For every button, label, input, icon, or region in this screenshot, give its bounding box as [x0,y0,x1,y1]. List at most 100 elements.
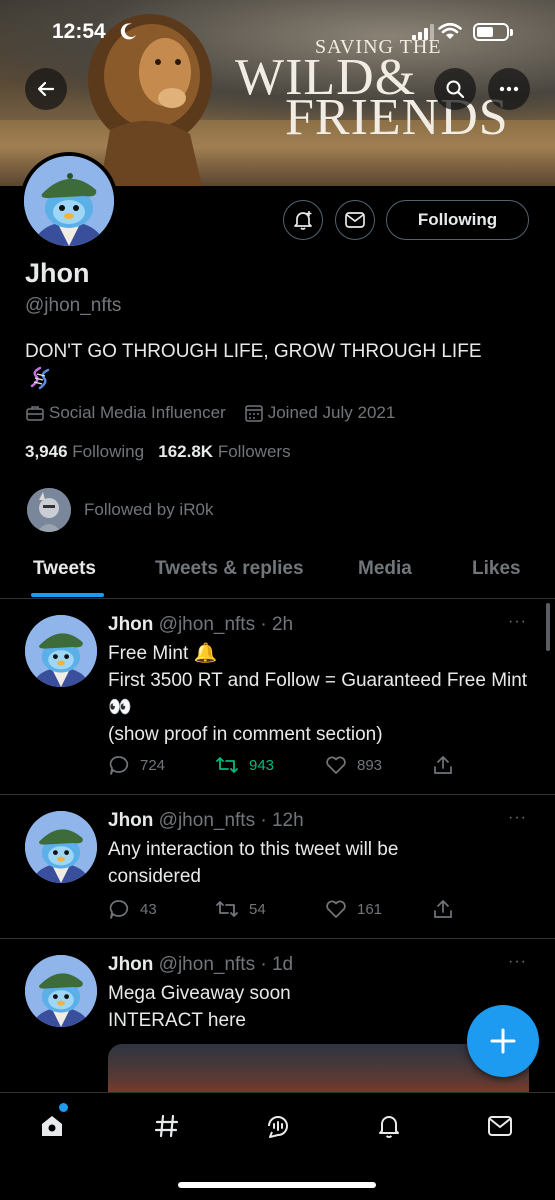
arrow-left-icon [37,81,55,97]
calendar-icon [244,405,263,422]
tweet-item[interactable]: Jhon @jhon_nfts · 12h ··· Any interactio… [0,795,555,939]
tab-tweets-replies[interactable]: Tweets & replies [155,558,304,580]
battery-icon [473,23,513,41]
tweet-header: Jhon @jhon_nfts · 1d [108,954,293,976]
tweet-avatar[interactable] [25,955,97,1027]
scrollbar[interactable] [546,603,550,651]
tab-likes[interactable]: Likes [472,558,521,580]
followed-by[interactable]: Followed by iR0k [27,488,213,532]
spaces-icon [268,1116,288,1138]
retweet-button[interactable]: 943 [215,755,274,775]
profile-bio: DON'T GO THROUGH LIFE, GROW THROUGH LIFE [25,341,482,362]
penguin-avatar-image [25,955,97,1027]
home-indicator[interactable] [178,1182,376,1188]
retweet-icon [216,901,238,917]
tweet-line: Mega Giveaway soon [108,983,291,1004]
tweet-avatar[interactable] [25,811,97,883]
search-icon [446,80,465,99]
like-count: 161 [357,900,383,918]
message-button[interactable] [335,200,375,240]
profile-handle: @jhon_nfts [25,295,122,316]
nav-messages[interactable] [478,1109,522,1143]
penguin-avatar-image [24,156,114,246]
followers-count: 162.8K [158,442,214,461]
category-label: Social Media Influencer [49,403,226,422]
followers-link[interactable]: 162.8K Followers [158,442,290,461]
tweet-line: Any interaction to this tweet will be co… [108,839,399,887]
dna-emoji-icon [30,366,50,390]
envelope-icon [345,212,365,228]
nav-notifications[interactable] [367,1109,411,1143]
bell-icon [379,1116,399,1138]
cellular-signal-icon [412,24,434,40]
back-button[interactable] [25,68,67,110]
tweet-more-icon[interactable]: ··· [508,613,527,631]
tweet-item[interactable]: Jhon @jhon_nfts · 2h ··· Free Mint 🔔 Fir… [0,599,555,795]
compose-tweet-button[interactable] [467,1005,539,1077]
following-count: 3,946 [25,442,68,461]
profile-name: Jhon [25,258,90,288]
reply-button[interactable]: 724 [108,755,165,775]
penguin-avatar-image [25,615,97,687]
retweet-icon [216,757,238,773]
retweet-count: 54 [249,900,266,918]
envelope-icon [488,1116,512,1136]
following-count-label: Following [72,442,145,461]
tweet-avatar[interactable] [25,615,97,687]
wifi-icon [438,22,462,39]
tweet-text: Free Mint 🔔 First 3500 RT and Follow = G… [108,640,538,748]
notify-button[interactable] [283,200,323,240]
followed-by-text: Followed by iR0k [84,500,214,519]
tweet-line: First 3500 RT and Follow = Guaranteed Fr… [108,670,528,718]
retweet-button[interactable]: 54 [215,899,266,919]
home-icon [42,1116,62,1136]
hashtag-icon [154,1114,179,1138]
tweet-item[interactable]: Jhon @jhon_nfts · 1d ··· Mega Giveaway s… [0,939,555,1104]
search-button[interactable] [434,68,476,110]
plus-icon [490,1028,516,1054]
tweet-author-name[interactable]: Jhon [108,614,153,635]
following-button[interactable]: Following [386,200,529,240]
like-button[interactable]: 161 [325,899,382,919]
knight-avatar-image [27,488,71,532]
tweet-more-icon[interactable]: ··· [508,809,527,827]
reply-button[interactable]: 43 [108,899,157,919]
tweet-author-name[interactable]: Jhon [108,810,153,831]
profile-joined: Joined July 2021 [244,403,396,423]
tweet-text: Any interaction to this tweet will be co… [108,836,468,890]
tweet-meta: @jhon_nfts · 12h [158,810,304,831]
nav-spaces[interactable] [256,1109,300,1143]
retweet-count: 943 [249,756,275,774]
profile-meta: Social Media Influencer Joined July 2021 [25,403,413,423]
tab-tweets[interactable]: Tweets [33,558,96,580]
tweet-header: Jhon @jhon_nfts · 12h [108,810,304,832]
joined-label: Joined July 2021 [267,403,396,422]
tweet-line: Free Mint 🔔 [108,643,218,664]
follow-counts: 3,946 Following 162.8K Followers [25,442,291,462]
share-button[interactable] [432,755,464,775]
status-bar: 12:54 [0,0,555,62]
briefcase-icon [26,406,44,421]
penguin-avatar-image [25,811,97,883]
nav-home[interactable] [30,1109,74,1143]
profile-category: Social Media Influencer [25,403,226,423]
home-notification-dot [59,1103,68,1112]
bell-plus-icon [294,211,312,230]
tweet-more-icon[interactable]: ··· [508,953,527,971]
reply-count: 43 [140,900,157,918]
followers-count-label: Followers [217,442,291,461]
follower-avatar [27,488,71,532]
profile-avatar[interactable] [20,152,118,250]
nav-explore[interactable] [145,1109,189,1143]
brand-title-line2: FRIENDS [285,89,509,146]
tweet-meta: @jhon_nfts · 1d [158,954,294,975]
tweet-author-name[interactable]: Jhon [108,954,153,975]
following-link[interactable]: 3,946 Following [25,442,144,461]
like-button[interactable]: 893 [325,755,382,775]
status-time: 12:54 [52,20,106,43]
share-button[interactable] [432,899,464,919]
more-options-button[interactable] [488,68,530,110]
reply-count: 724 [140,756,166,774]
tab-media[interactable]: Media [358,558,412,580]
more-horizontal-icon [499,86,519,92]
